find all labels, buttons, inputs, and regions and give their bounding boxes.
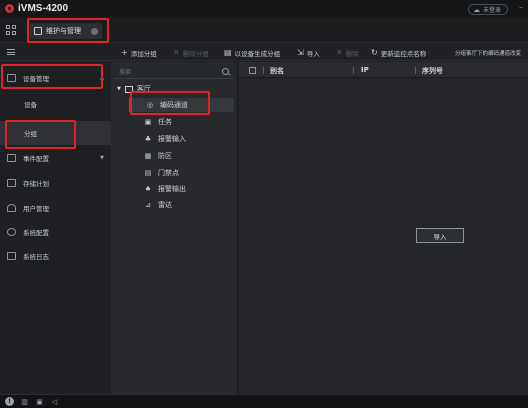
sidebar: 设备管理 ▲ 设备 分组 事件配置 ▼ 存储计划 用户管理 系统配置 系统日志 [0,62,111,394]
tree-node-alarm-input[interactable]: ♣ 报警输入 [144,134,186,144]
table-header: 别名 IP 序列号 [239,62,528,78]
highlight-box-group [5,120,76,149]
window-minimize-icon[interactable]: – [519,3,523,12]
column-separator [353,67,354,74]
tree-node-label: 门禁点 [158,169,179,177]
column-header-ip[interactable]: IP [361,66,369,74]
close-icon: ✕ [173,48,180,57]
sidebar-item-label: 用户管理 [23,205,49,213]
login-status-button[interactable]: ☁ 未登录 [467,4,508,15]
app-grid-icon[interactable] [6,25,16,35]
tree-node-label: 雷达 [158,201,172,209]
login-status-label: 未登录 [482,7,501,14]
delete-group-button[interactable]: ✕ 删除分组 [173,48,209,59]
sidebar-item-label: 系统日志 [23,253,49,261]
tree-node-task[interactable]: ▣ 任务 [144,117,172,127]
import-icon: ⇲ [297,48,304,57]
tree-node-label: 报警输入 [158,135,186,143]
chevron-down-icon: ▼ [100,155,104,161]
storage-plan-icon [7,179,16,187]
device-icon: ▤ [224,48,232,57]
close-icon: ✕ [336,48,343,57]
sidebar-item-device[interactable]: 设备 [0,92,111,116]
sidebar-item-event-config[interactable]: 事件配置 ▼ [0,146,111,170]
cloud-icon: ☁ [472,5,480,14]
import-channels-button[interactable]: 导入 [416,228,464,243]
user-management-icon [7,204,16,212]
channel-change-notice: 分组事厅下的编码通道改变 [455,51,522,57]
tree-node-label: 报警输出 [158,185,186,193]
tree-node-alarm-output[interactable]: ♠ 报警输出 [144,184,186,194]
import-button[interactable]: ⇲ 导入 [297,48,320,59]
delete-button[interactable]: ✕ 删除 [336,48,359,59]
alarm-input-icon: ♣ [144,135,152,143]
add-group-button[interactable]: + 添加分组 [121,48,157,59]
search-placeholder: 搜索 [119,69,132,76]
trash-icon[interactable]: ▥ [20,397,29,406]
tree-node-zone[interactable]: ▦ 防区 [144,151,172,161]
caret-down-icon[interactable]: ▼ [117,86,121,92]
app-logo-icon [5,4,14,13]
alert-icon[interactable]: ! [5,397,14,406]
search-icon[interactable] [222,68,229,75]
column-separator [415,67,416,74]
sidebar-item-system-log[interactable]: 系统日志 [0,244,111,268]
tree-node-radar[interactable]: ⊿ 雷达 [144,200,172,210]
search-input[interactable]: 搜索 [115,67,233,79]
highlight-box-tab [27,18,109,43]
update-camera-name-button[interactable]: ↻ 更新监控点名称 [371,48,426,59]
title-bar: iVMS-4200 ☁ 未登录 – [0,0,528,17]
sidebar-item-storage-plan[interactable]: 存储计划 [0,171,111,195]
task-icon: ▣ [144,118,152,126]
access-point-icon: ▤ [144,169,152,177]
refresh-icon: ↻ [371,48,378,57]
sidebar-item-system-config[interactable]: 系统配置 [0,220,111,244]
zone-icon: ▦ [144,152,152,160]
tree-node-access-point[interactable]: ▤ 门禁点 [144,168,179,178]
menu-icon[interactable] [7,49,15,55]
highlight-box-encoding-channel [130,91,210,115]
alarm-output-icon: ♠ [144,185,152,193]
status-bar: ! ▥ ▣ ◁ [0,394,528,408]
sidebar-item-label: 事件配置 [23,155,49,163]
tree-node-label: 防区 [158,152,172,160]
column-header-serial[interactable]: 序列号 [422,66,443,76]
system-config-icon [7,228,16,236]
sidebar-item-label: 设备 [24,101,37,109]
column-separator [263,67,264,74]
sidebar-item-label: 系统配置 [23,229,49,237]
speaker-icon[interactable]: ◁ [50,397,59,406]
column-header-alias[interactable]: 别名 [270,66,284,76]
highlight-box-device-management [1,64,103,89]
system-log-icon [7,252,16,260]
select-all-checkbox[interactable] [249,67,256,74]
plus-icon: + [121,48,128,57]
sidebar-item-user-management[interactable]: 用户管理 [0,196,111,220]
event-config-icon [7,154,16,162]
app-title: iVMS-4200 [18,3,69,14]
sidebar-item-label: 存储计划 [23,180,49,188]
tree-node-label: 任务 [158,118,172,126]
create-group-by-device-button[interactable]: ▤ 以设备生成分组 [224,48,280,59]
toolbar: + 添加分组 ✕ 删除分组 ▤ 以设备生成分组 ⇲ 导入 ✕ 删除 ↻ 更新监控… [0,44,528,61]
image-icon[interactable]: ▣ [35,397,44,406]
channel-table: 别名 IP 序列号 导入 [239,62,528,394]
radar-icon: ⊿ [145,201,151,209]
